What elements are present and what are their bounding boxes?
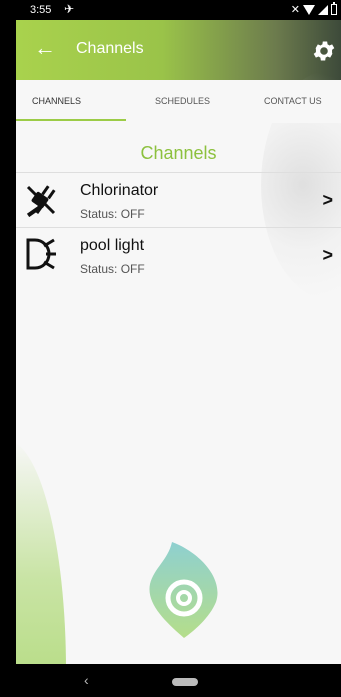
chevron-right-icon: > <box>322 245 333 265</box>
tab-channels[interactable]: CHANNELS <box>32 96 81 106</box>
leaf-decoration <box>16 440 66 670</box>
wifi-icon <box>303 4 315 15</box>
status-time: 3:55 <box>30 4 52 16</box>
plug-icon <box>26 185 56 217</box>
channel-row-chlorinator[interactable]: Chlorinator Status: OFF > <box>16 172 341 227</box>
light-icon <box>26 238 56 270</box>
channel-status: Status: OFF <box>80 262 145 276</box>
channel-name: pool light <box>80 237 145 254</box>
status-bar: 3:55 ✈ ✕ <box>16 0 341 20</box>
brand-logo-icon <box>149 542 218 638</box>
system-nav-bar: ‹ <box>16 664 341 697</box>
tab-contact-us[interactable]: CONTACT US <box>264 96 322 106</box>
app-bar: ← Channels <box>16 20 341 80</box>
tab-schedules[interactable]: SCHEDULES <box>155 96 210 106</box>
page-title: Channels <box>76 40 144 57</box>
nav-home-button[interactable] <box>172 678 198 686</box>
back-arrow-icon[interactable]: ← <box>34 36 56 60</box>
status-icons: ✕ <box>290 2 337 16</box>
nav-back-button[interactable]: ‹ <box>84 672 89 688</box>
channel-name: Chlorinator <box>80 182 159 199</box>
tab-bar: CHANNELS SCHEDULES CONTACT US <box>16 80 341 123</box>
signal-icon <box>318 4 328 15</box>
channel-status: Status: OFF <box>80 207 145 221</box>
mute-icon: ✕ <box>290 4 300 16</box>
channel-row-pool-light[interactable]: pool light Status: OFF > <box>16 227 341 282</box>
chevron-right-icon: > <box>322 190 333 210</box>
battery-icon <box>331 2 337 15</box>
active-tab-indicator <box>16 119 126 121</box>
app-screen: 3:55 ✈ ✕ ← Channels CHANNELS SCHEDULES C… <box>16 0 341 697</box>
gear-icon[interactable] <box>311 38 337 64</box>
section-title: Channels <box>140 143 217 163</box>
notification-icon: ✈ <box>64 2 75 16</box>
channel-list: Chlorinator Status: OFF > pool light Sta… <box>16 172 341 282</box>
